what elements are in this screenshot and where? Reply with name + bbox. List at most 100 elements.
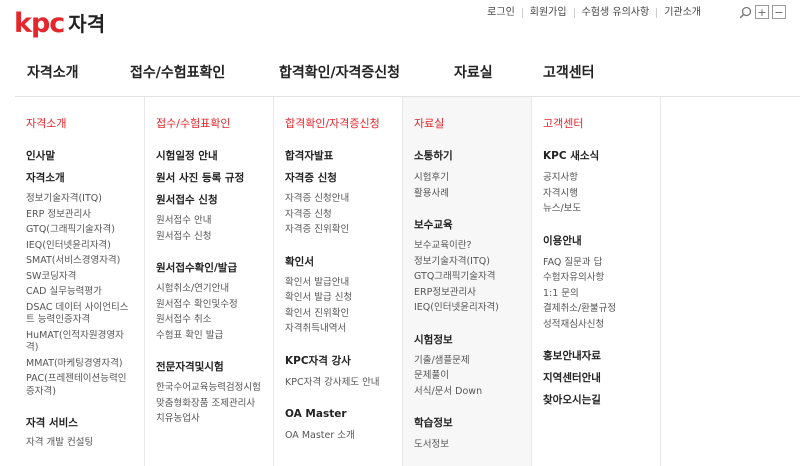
mega-menu: 자격소개 인사말 자격소개 정보기술자격(ITQ) ERP 정보관리사 GTQ(… (15, 96, 800, 466)
menu-link[interactable]: 도서정보 (414, 439, 531, 452)
menu-link[interactable]: 기출/샘플문제 (414, 355, 531, 368)
menu-link[interactable]: 수험표 확인 발급 (156, 330, 273, 343)
menu-link[interactable]: GTQ그래픽기술자격 (414, 271, 531, 284)
menu-heading[interactable]: 원서 사진 등록 규정 (156, 171, 273, 185)
menu-heading[interactable]: 학습정보 (414, 416, 531, 430)
menu-link[interactable]: ERP 정보관리사 (26, 209, 144, 222)
menu-heading[interactable]: 확인서 (285, 255, 402, 269)
menu-link[interactable]: 자격 개발 컨설팅 (26, 437, 144, 450)
kpc-logo[interactable]: kpc 자격 (14, 9, 105, 39)
zoom-out-icon[interactable]: − (772, 5, 786, 19)
menu-column-qualification: 자격소개 인사말 자격소개 정보기술자격(ITQ) ERP 정보관리사 GTQ(… (15, 97, 144, 466)
menu-heading[interactable]: 소통하기 (414, 149, 531, 163)
menu-link[interactable]: 수험자유의사항 (543, 272, 660, 285)
menu-column-resources: 자료실 소통하기 시험후기 활용사례 보수교육 보수교육이란? 정보기술자격(I… (402, 97, 531, 466)
menu-link[interactable]: KPC자격 강사제도 안내 (285, 377, 402, 390)
login-link[interactable]: 로그인 (480, 6, 522, 20)
menu-link[interactable]: IEQ(인터넷윤리자격) (26, 240, 144, 253)
menu-heading[interactable]: 원서접수확인/발급 (156, 261, 273, 275)
menu-heading[interactable]: 합격자발표 (285, 149, 402, 163)
menu-link[interactable]: GTQ(그래픽기술자격) (26, 224, 144, 237)
menu-heading[interactable]: 인사말 (26, 149, 144, 163)
column-title[interactable]: 자격소개 (26, 117, 144, 131)
menu-link[interactable]: 서식/문서 Down (414, 386, 531, 399)
menu-link[interactable]: 공지사항 (543, 172, 660, 185)
gnb-registration[interactable]: 접수/수험표확인 (130, 60, 225, 86)
menu-heading[interactable]: 자격소개 (26, 171, 144, 185)
menu-link[interactable]: 정보기술자격(ITQ) (414, 256, 531, 269)
menu-link[interactable]: 자격증 신청안내 (285, 193, 402, 206)
utility-menu: 로그인 회원가입 수험생 유의사항 기관소개 (480, 6, 708, 20)
search-icon[interactable] (738, 5, 752, 19)
menu-column-empty (660, 97, 800, 466)
menu-link[interactable]: 자격증 신청 (285, 209, 402, 222)
gnb-customer-center[interactable]: 고객센터 (543, 60, 595, 86)
menu-heading[interactable]: 보수교육 (414, 218, 531, 232)
menu-link[interactable]: 시험후기 (414, 172, 531, 185)
menu-heading[interactable]: 홍보안내자료 (543, 349, 660, 363)
menu-heading[interactable]: KPC자격 강사 (285, 354, 402, 368)
menu-link[interactable]: 정보기술자격(ITQ) (26, 193, 144, 206)
menu-link[interactable]: 원서접수 안내 (156, 215, 273, 228)
examinee-notice-link[interactable]: 수험생 유의사항 (575, 6, 657, 20)
menu-heading[interactable]: 이용안내 (543, 234, 660, 248)
signup-link[interactable]: 회원가입 (523, 6, 574, 20)
menu-column-registration: 접수/수험표확인 시험일정 안내 원서 사진 등록 규정 원서접수 신청 원서접… (144, 97, 273, 466)
menu-heading[interactable]: 원서접수 신청 (156, 193, 273, 207)
menu-heading[interactable]: 찾아오시는길 (543, 393, 660, 407)
menu-link[interactable]: SW코딩자격 (26, 271, 144, 284)
menu-heading[interactable]: 전문자격및시험 (156, 360, 273, 374)
gnb-resources[interactable]: 자료실 (454, 60, 493, 86)
menu-link[interactable]: 원서접수 확인및수정 (156, 299, 273, 312)
header-tools: + − (738, 5, 786, 19)
menu-link[interactable]: DSAC 데이터 사이언티스트 능력인증자격 (26, 302, 134, 327)
menu-link[interactable]: FAQ 질문과 답 (543, 257, 660, 270)
menu-link[interactable]: PAC(프레젠테이션능력인증자격) (26, 373, 134, 398)
menu-link[interactable]: 성적재심사신청 (543, 319, 660, 332)
menu-link[interactable]: 1:1 문의 (543, 288, 660, 301)
menu-link[interactable]: 시험취소/연기안내 (156, 283, 273, 296)
menu-heading[interactable]: KPC 새소식 (543, 149, 660, 163)
menu-link[interactable]: 맞춤형화장품 조제관리사 (156, 398, 264, 411)
menu-link[interactable]: HuMAT(인적자원경영자격) (26, 330, 134, 355)
global-nav: 자격소개 접수/수험표확인 합격확인/자격증신청 자료실 고객센터 (0, 60, 800, 88)
menu-link[interactable]: 활용사례 (414, 188, 531, 201)
menu-column-pass-result: 합격확인/자격증신청 합격자발표 자격증 신청 자격증 신청안내 자격증 신청 … (273, 97, 402, 466)
menu-link[interactable]: 원서접수 신청 (156, 231, 273, 244)
menu-link[interactable]: 자격취득내역서 (285, 323, 402, 336)
gnb-qualification-intro[interactable]: 자격소개 (27, 60, 79, 86)
menu-link[interactable]: OA Master 소개 (285, 430, 402, 443)
menu-heading[interactable]: 시험일정 안내 (156, 149, 273, 163)
menu-link[interactable]: 치유농업사 (156, 413, 273, 426)
menu-link[interactable]: 확인서 진위확인 (285, 308, 402, 321)
logo-text: 자격 (68, 12, 106, 36)
zoom-in-icon[interactable]: + (755, 5, 769, 19)
about-link[interactable]: 기관소개 (657, 6, 708, 20)
column-title[interactable]: 접수/수험표확인 (156, 117, 273, 131)
menu-link[interactable]: 결제취소/환불규정 (543, 303, 660, 316)
menu-link[interactable]: MMAT(마케팅경영자격) (26, 358, 144, 371)
menu-heading[interactable]: OA Master (285, 407, 402, 421)
menu-link[interactable]: 뉴스/보도 (543, 203, 660, 216)
menu-link[interactable]: 확인서 발급 신청 (285, 292, 402, 305)
menu-link[interactable]: 자격시행 (543, 188, 660, 201)
menu-heading[interactable]: 자격증 신청 (285, 171, 402, 185)
menu-link[interactable]: 한국수어교육능력검정시험 (156, 382, 264, 395)
menu-heading[interactable]: 자격 서비스 (26, 416, 144, 430)
menu-link[interactable]: SMAT(서비스경영자격) (26, 255, 144, 268)
column-title[interactable]: 합격확인/자격증신청 (285, 117, 402, 131)
menu-link[interactable]: 확인서 발급안내 (285, 277, 402, 290)
column-title[interactable]: 자료실 (414, 117, 531, 131)
menu-heading[interactable]: 시험정보 (414, 333, 531, 347)
menu-link[interactable]: IEQ(인터넷윤리자격) (414, 302, 531, 315)
menu-heading[interactable]: 지역센터안내 (543, 371, 660, 385)
menu-link[interactable]: CAD 실무능력평가 (26, 286, 144, 299)
gnb-pass-result[interactable]: 합격확인/자격증신청 (279, 60, 400, 86)
menu-link[interactable]: 보수교육이란? (414, 240, 531, 253)
menu-link[interactable]: 원서접수 취소 (156, 314, 273, 327)
logo-mark: kpc (14, 8, 65, 39)
menu-link[interactable]: 문제풀이 (414, 370, 531, 383)
menu-link[interactable]: ERP정보관리사 (414, 287, 531, 300)
column-title[interactable]: 고객센터 (543, 117, 660, 131)
menu-link[interactable]: 자격증 진위확인 (285, 224, 402, 237)
